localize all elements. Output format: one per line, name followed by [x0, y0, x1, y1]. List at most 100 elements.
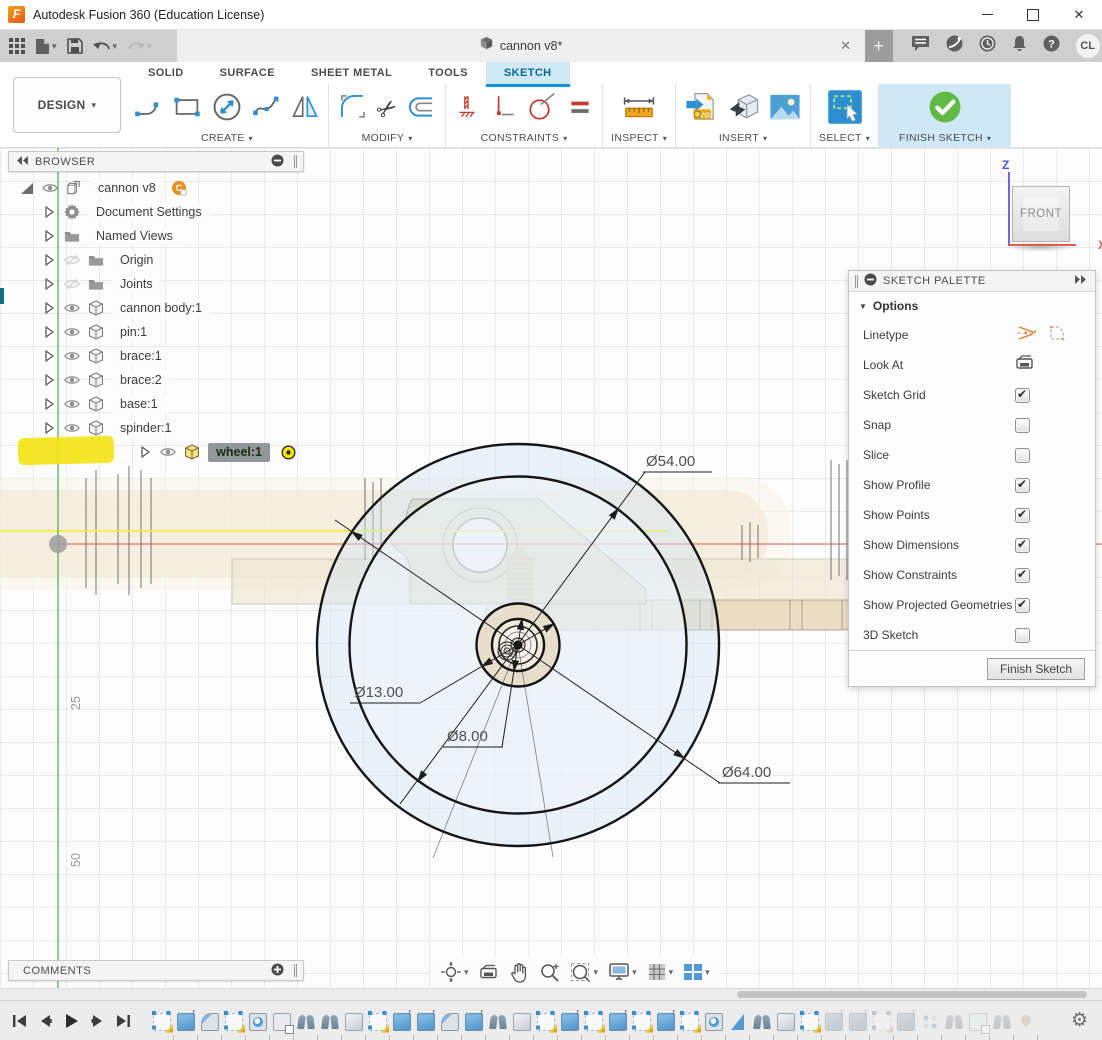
extensions-icon[interactable] — [946, 35, 963, 57]
browser-item-document-settings[interactable]: Document Settings — [8, 200, 304, 224]
show-profile-checkbox[interactable] — [1015, 478, 1030, 493]
ribbon-tab-sheet-metal[interactable]: SHEET METAL — [293, 62, 410, 84]
timeline-feature-sketch[interactable] — [537, 1013, 555, 1031]
timeline-feature-extrude[interactable] — [897, 1013, 915, 1031]
expand-arrow-icon[interactable] — [138, 446, 152, 458]
browser-item-origin[interactable]: Origin — [8, 248, 304, 272]
visibility-eye-icon[interactable] — [64, 302, 80, 314]
document-tab[interactable]: cannon v8* ✕ — [177, 30, 865, 62]
timeline-step-forward-button[interactable] — [86, 1009, 109, 1032]
visibility-eye-icon[interactable] — [64, 374, 80, 386]
fix-constraint-icon[interactable] — [454, 92, 482, 127]
dimension-d64[interactable]: Ø64.00 — [722, 764, 771, 781]
display-settings-icon[interactable] — [608, 962, 637, 982]
expand-arrow-icon[interactable] — [42, 398, 56, 410]
inspect-menu[interactable]: INSPECT — [611, 132, 667, 144]
timeline-go-to-end-button[interactable] — [112, 1009, 135, 1032]
circle-tool-icon[interactable] — [210, 90, 244, 129]
finish-sketch-menu[interactable]: FINISH SKETCH — [899, 132, 991, 144]
timeline-feature-mirror[interactable] — [729, 1013, 747, 1031]
browser-item-cannon-v8[interactable]: cannon v8C — [8, 176, 304, 200]
timeline-feature-sketch[interactable] — [873, 1013, 891, 1031]
look-at-icon[interactable] — [1015, 354, 1035, 376]
select-menu[interactable]: SELECT — [819, 132, 870, 144]
timeline-go-to-start-button[interactable] — [8, 1009, 31, 1032]
offset-tool-icon[interactable] — [405, 91, 437, 128]
slice-checkbox[interactable] — [1015, 448, 1030, 463]
ribbon-tab-tools[interactable]: TOOLS — [410, 62, 486, 84]
tangent-constraint-icon[interactable] — [526, 91, 558, 128]
timeline-feature-extrude[interactable] — [825, 1013, 843, 1031]
visibility-eye-icon[interactable] — [64, 326, 80, 338]
browser-item-brace-2[interactable]: brace:2 — [8, 368, 304, 392]
timeline-feature-extrude[interactable] — [657, 1013, 675, 1031]
pan-tool-icon[interactable] — [509, 962, 529, 983]
timeline-feature-extrude[interactable] — [417, 1013, 435, 1031]
timeline-feature-revolve[interactable] — [249, 1013, 267, 1031]
job-status-icon[interactable] — [979, 35, 996, 57]
show-comments-icon[interactable] — [911, 35, 930, 57]
panel-grip[interactable] — [294, 155, 297, 168]
orbit-tool-icon[interactable] — [440, 961, 469, 983]
line-tool-icon[interactable] — [134, 92, 164, 127]
expand-arrow-icon[interactable] — [42, 206, 56, 218]
timeline-feature-sketch[interactable] — [225, 1013, 243, 1031]
expand-panel-icon[interactable] — [1075, 275, 1087, 287]
notifications-bell-icon[interactable] — [1012, 35, 1027, 57]
new-document-button[interactable] — [32, 36, 60, 57]
timeline-feature-sketch[interactable] — [681, 1013, 699, 1031]
browser-item-wheel-1[interactable]: wheel:1 — [8, 440, 304, 464]
browser-item-brace-1[interactable]: brace:1 — [8, 344, 304, 368]
snap-checkbox[interactable] — [1015, 418, 1030, 433]
browser-item-base-1[interactable]: base:1 — [8, 392, 304, 416]
timeline-feature-extrude[interactable] — [465, 1013, 483, 1031]
insert-mesh-icon[interactable] — [726, 90, 760, 129]
dimension-d8[interactable]: Ø8.00 — [447, 728, 488, 745]
finish-sketch-button[interactable]: Finish Sketch — [987, 658, 1085, 680]
browser-item-joints[interactable]: Joints — [8, 272, 304, 296]
spline-tool-icon[interactable] — [252, 92, 282, 127]
timeline-feature-joint[interactable] — [321, 1013, 339, 1031]
show-projected-geometries-checkbox[interactable] — [1015, 598, 1030, 613]
dimension-d13[interactable]: Ø13.00 — [354, 684, 403, 701]
finish-sketch-icon[interactable] — [926, 88, 964, 131]
constraints-menu[interactable]: CONSTRAINTS — [481, 132, 568, 144]
timeline-feature-joint[interactable] — [993, 1013, 1011, 1031]
ribbon-tab-solid[interactable]: SOLID — [130, 62, 202, 84]
workspace-selector[interactable]: DESIGN — [13, 77, 121, 133]
timeline-feature-extrude[interactable] — [177, 1013, 195, 1031]
timeline-feature-joint[interactable] — [297, 1013, 315, 1031]
timeline-feature-sketch[interactable] — [633, 1013, 651, 1031]
timeline-feature-body[interactable] — [777, 1013, 795, 1031]
maximize-button[interactable] — [1010, 0, 1056, 30]
measure-tool-icon[interactable] — [621, 91, 657, 128]
expand-arrow-icon[interactable] — [42, 422, 56, 434]
expand-arrow-icon[interactable] — [42, 278, 56, 290]
expand-arrow-icon[interactable] — [42, 350, 56, 362]
fillet-tool-icon[interactable] — [337, 91, 369, 128]
insert-svg-icon[interactable]: SVG — [684, 90, 718, 129]
mirror-tool-icon[interactable] — [290, 92, 320, 127]
timeline-feature-joint[interactable] — [945, 1013, 963, 1031]
browser-header[interactable]: BROWSER — [8, 151, 304, 172]
create-menu[interactable]: CREATE — [201, 132, 253, 144]
timeline-feature-fillet[interactable] — [441, 1013, 459, 1031]
timeline-feature-pattern[interactable] — [921, 1013, 939, 1031]
expand-arrow-icon[interactable] — [42, 230, 56, 242]
remove-panel-icon[interactable] — [271, 154, 284, 170]
select-tool-icon[interactable] — [827, 89, 863, 130]
ribbon-tab-surface[interactable]: SURFACE — [202, 62, 293, 84]
browser-item-pin-1[interactable]: pin:1 — [8, 320, 304, 344]
timeline-step-back-button[interactable] — [34, 1009, 57, 1032]
show-constraints-checkbox[interactable] — [1015, 568, 1030, 583]
add-comment-icon[interactable] — [271, 963, 284, 979]
redo-button[interactable] — [124, 37, 155, 56]
expand-arrow-icon[interactable] — [42, 302, 56, 314]
expand-arrow-icon[interactable] — [42, 374, 56, 386]
timeline-feature-component[interactable] — [969, 1013, 987, 1031]
ribbon-tab-sketch[interactable]: SKETCH — [486, 62, 570, 84]
visibility-eye-icon[interactable] — [64, 350, 80, 362]
new-tab-button[interactable]: + — [865, 30, 893, 62]
timeline-feature-joint[interactable] — [753, 1013, 771, 1031]
timeline-feature-pin[interactable] — [1017, 1013, 1035, 1031]
